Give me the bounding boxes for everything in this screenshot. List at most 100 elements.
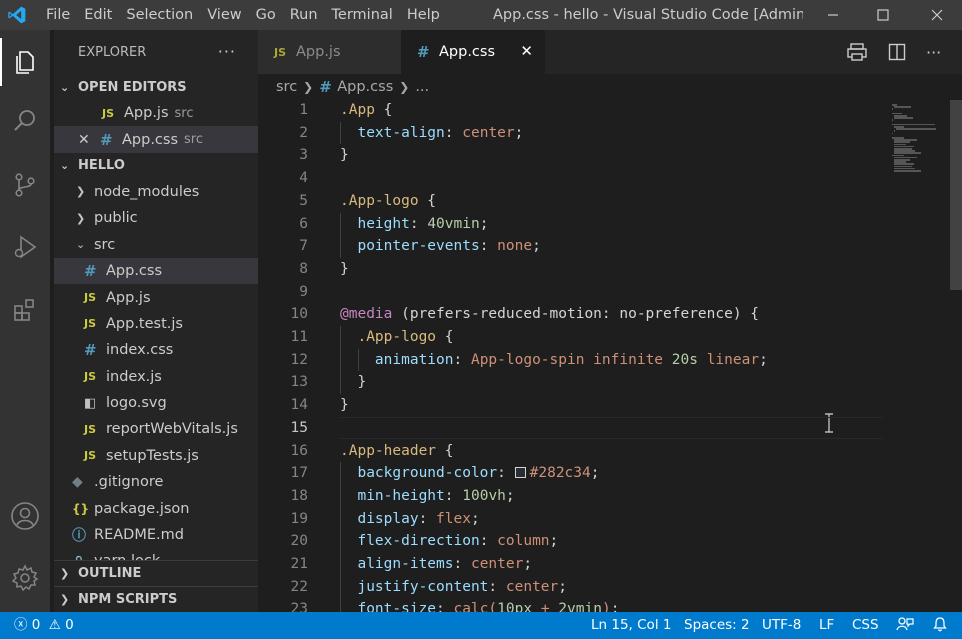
tree-folder-public[interactable]: ❯ public [54, 205, 258, 231]
minimap-line [893, 170, 921, 172]
menu-edit[interactable]: Edit [77, 0, 119, 30]
indentation[interactable]: Spaces: 2 [684, 612, 750, 639]
menu-help[interactable]: Help [400, 0, 447, 30]
end-of-line[interactable]: LF [819, 612, 834, 639]
close-icon[interactable]: ✕ [78, 132, 100, 148]
code-text: @media (prefers-reduced-motion: no-prefe… [340, 306, 760, 323]
chevron-down-icon: ⌄ [76, 238, 86, 252]
breadcrumb-file[interactable]: App.css [337, 79, 393, 95]
line-number: 5 [299, 192, 308, 209]
tab-label: App.js [296, 44, 341, 60]
tree-folder-node-modules[interactable]: ❯ node_modules [54, 179, 258, 205]
npm-scripts-section[interactable]: ❯ NPM SCRIPTS [54, 586, 258, 612]
tree-file-app-test-js[interactable]: JS App.test.js [54, 311, 258, 337]
tree-file-package-json[interactable]: {} package.json [54, 495, 258, 521]
search-icon[interactable] [0, 97, 50, 145]
minimize-button[interactable] [810, 0, 856, 30]
tree-file-gitignore[interactable]: ◆ .gitignore [54, 469, 258, 495]
breadcrumb-symbol[interactable]: ... [415, 79, 429, 95]
code-text: text-align: center; [357, 124, 524, 141]
code-text: display: flex; [357, 510, 480, 527]
chevron-right-icon: ❯ [60, 567, 70, 580]
menu-terminal[interactable]: Terminal [325, 0, 400, 30]
tree-folder-src[interactable]: ⌄ src [54, 232, 258, 258]
feedback-icon[interactable] [896, 612, 914, 639]
tree-file-app-css[interactable]: # App.css [54, 257, 258, 285]
css-file-icon: # [100, 130, 113, 149]
js-file-icon: JS [84, 370, 97, 384]
warning-icon: ⚠ [48, 617, 61, 633]
tree-file-setup-tests[interactable]: JS setupTests.js [54, 443, 258, 469]
open-editor-item[interactable]: ✕ # App.css src [54, 126, 258, 153]
js-file-icon: JS [84, 422, 97, 436]
line-number: 10 [290, 306, 308, 323]
split-editor-icon[interactable] [888, 30, 906, 74]
code-line: 18 min-height: 100vh; [258, 485, 882, 508]
problems-indicator[interactable]: ⓧ 0 ⚠ 0 [14, 612, 74, 639]
tree-file-app-js[interactable]: JS App.js [54, 284, 258, 310]
more-actions-icon[interactable]: ··· [926, 30, 941, 74]
menu-view[interactable]: View [200, 0, 248, 30]
css-file-icon: # [417, 43, 430, 61]
tree-item-label: index.js [106, 368, 162, 385]
open-editor-item[interactable]: JS App.js src [54, 100, 258, 126]
close-tab-icon[interactable]: ✕ [520, 42, 533, 60]
tab-app-js[interactable]: JS App.js [258, 30, 401, 74]
chevron-down-icon: ⌄ [60, 80, 70, 94]
line-number: 1 [299, 102, 308, 118]
source-control-icon[interactable] [0, 161, 50, 209]
menu-run[interactable]: Run [283, 0, 325, 30]
cursor-position[interactable]: Ln 15, Col 1 [591, 612, 671, 639]
extensions-icon[interactable] [0, 286, 50, 334]
accounts-icon[interactable] [0, 492, 50, 540]
line-number: 19 [290, 510, 308, 527]
status-bar: ⓧ 0 ⚠ 0 Ln 15, Col 1 Spaces: 2 UTF-8 LF … [0, 612, 962, 639]
code-line: 5 .App-logo { [258, 190, 882, 213]
line-number: 13 [290, 374, 308, 391]
menu-selection[interactable]: Selection [119, 0, 200, 30]
breadcrumb-folder[interactable]: src [276, 79, 297, 95]
tree-file-readme[interactable]: ⓘ README.md [54, 522, 258, 548]
activity-bar [0, 30, 50, 612]
more-actions-icon[interactable]: ··· [218, 42, 236, 61]
color-swatch[interactable] [514, 467, 526, 479]
title-bar: File Edit Selection View Go Run Terminal… [0, 0, 962, 30]
explorer-icon[interactable] [0, 38, 50, 86]
outline-section[interactable]: ❯ OUTLINE [54, 560, 258, 586]
tree-item-label: App.test.js [106, 315, 183, 332]
line-number: 22 [290, 578, 308, 595]
settings-gear-icon[interactable] [0, 554, 50, 602]
open-editor-folder: src [174, 105, 194, 121]
vertical-scrollbar[interactable] [950, 100, 962, 612]
maximize-button[interactable] [860, 0, 906, 30]
line-number: 4 [299, 170, 308, 187]
menu-file[interactable]: File [34, 0, 77, 30]
minimap[interactable] [888, 100, 950, 612]
line-number: 11 [290, 329, 308, 345]
tree-file-index-js[interactable]: JS index.js [54, 364, 258, 390]
code-line: 12 animation: App-logo-spin infinite 20s… [258, 349, 882, 372]
encoding[interactable]: UTF-8 [762, 612, 801, 639]
tree-file-report-web-vitals[interactable]: JS reportWebVitals.js [54, 416, 258, 442]
run-debug-icon[interactable] [0, 223, 50, 271]
scrollbar-thumb[interactable] [950, 100, 962, 290]
git-file-icon: ◆ [72, 474, 83, 491]
folder-section-hello[interactable]: ⌄ HELLO [54, 153, 258, 179]
code-line: 6 height: 40vmin; [258, 213, 882, 236]
code-line: 11 .App-logo { [258, 326, 882, 349]
notifications-bell-icon[interactable] [932, 612, 948, 639]
js-file-icon: JS [274, 45, 287, 59]
tree-file-index-css[interactable]: # index.css [54, 337, 258, 363]
close-window-button[interactable] [914, 0, 960, 30]
minimap-line [892, 119, 893, 121]
chevron-right-icon: ❯ [303, 80, 314, 94]
tree-file-logo-svg[interactable]: ◧ logo.svg [54, 390, 258, 416]
chevron-right-icon: ❯ [76, 185, 86, 199]
tab-app-css[interactable]: # App.css ✕ [401, 30, 545, 74]
open-preview-icon[interactable] [846, 30, 868, 74]
code-line: 8} [258, 258, 882, 281]
open-editors-section[interactable]: ⌄ OPEN EDITORS [54, 74, 258, 100]
language-mode[interactable]: CSS [852, 612, 879, 639]
menu-go[interactable]: Go [249, 0, 283, 30]
code-editor[interactable]: 1 .App {2 text-align: center; 3} 4 5 .App-log… [258, 100, 962, 612]
